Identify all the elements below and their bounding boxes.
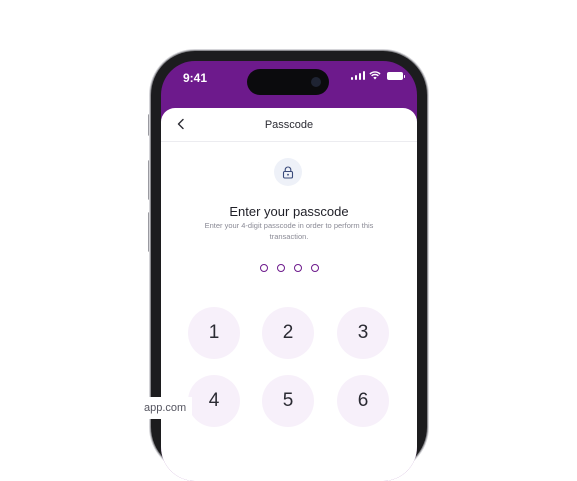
passcode-dot bbox=[293, 264, 302, 272]
keypad-key-6[interactable]: 6 bbox=[337, 375, 389, 427]
wifi-icon bbox=[369, 71, 381, 80]
dynamic-island bbox=[247, 69, 329, 95]
passcode-instructions: Enter your 4-digit passcode in order to … bbox=[204, 221, 374, 241]
passcode-dot bbox=[310, 264, 319, 272]
keypad-key-4[interactable]: 4 bbox=[188, 375, 240, 427]
nav-bar: Passcode bbox=[161, 108, 417, 142]
battery-icon bbox=[387, 72, 405, 80]
passcode-dot bbox=[259, 264, 268, 272]
keypad-key-3[interactable]: 3 bbox=[337, 307, 389, 359]
phone-screen: 9:41 Passcode Enter your passcode Enter … bbox=[161, 61, 417, 481]
lock-badge bbox=[274, 158, 302, 186]
keypad-key-5[interactable]: 5 bbox=[262, 375, 314, 427]
watermark: app.com bbox=[138, 397, 193, 419]
passcode-dot bbox=[276, 264, 285, 272]
status-icons bbox=[350, 71, 405, 80]
signal-icon bbox=[350, 71, 365, 80]
keypad-key-1[interactable]: 1 bbox=[188, 307, 240, 359]
page-title: Passcode bbox=[264, 119, 314, 131]
status-time: 9:41 bbox=[183, 71, 208, 85]
keypad-key-2[interactable]: 2 bbox=[262, 307, 314, 359]
passcode-sheet: Passcode Enter your passcode Enter your … bbox=[161, 108, 417, 481]
passcode-heading: Enter your passcode bbox=[229, 204, 349, 219]
passcode-dots bbox=[161, 264, 417, 272]
lock-icon bbox=[282, 166, 294, 179]
status-bar: 9:41 bbox=[161, 61, 417, 107]
